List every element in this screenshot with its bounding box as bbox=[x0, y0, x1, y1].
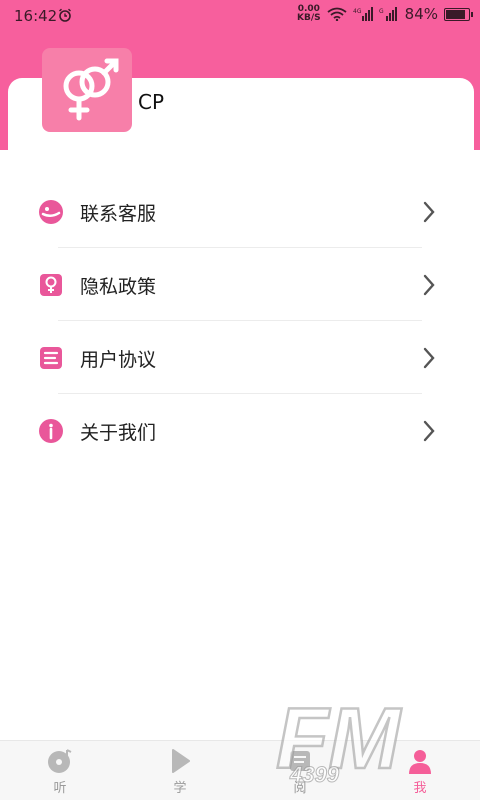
play-icon bbox=[172, 749, 190, 773]
menu-label: 隐私政策 bbox=[80, 276, 157, 298]
signal-4g-icon: 4G bbox=[353, 7, 373, 21]
chevron-right-icon bbox=[423, 201, 435, 223]
music-disc-icon bbox=[48, 749, 72, 773]
avatar[interactable] bbox=[42, 48, 132, 132]
status-indicators: 0.00 KB/S 4G G 84% bbox=[297, 5, 473, 23]
menu-item-user-agreement[interactable]: 用户协议 bbox=[0, 321, 480, 394]
settings-menu: 联系客服 隐私政策 用户协议 关于我们 bbox=[0, 175, 480, 467]
document-icon bbox=[40, 347, 62, 369]
menu-item-about-us[interactable]: 关于我们 bbox=[0, 394, 480, 467]
nav-label: 学 bbox=[173, 781, 187, 796]
nav-tab-learn[interactable]: 学 bbox=[120, 741, 240, 800]
bottom-nav: 听 学 阅 我 bbox=[0, 740, 480, 800]
battery-icon bbox=[444, 7, 473, 21]
menu-label: 关于我们 bbox=[80, 422, 157, 444]
chevron-right-icon bbox=[423, 420, 435, 442]
status-time: 16:42 bbox=[14, 7, 58, 25]
nav-tab-read[interactable]: 阅 bbox=[240, 741, 360, 800]
menu-item-customer-service[interactable]: 联系客服 bbox=[0, 175, 480, 248]
nav-label: 阅 bbox=[293, 781, 307, 796]
svg-text:4G: 4G bbox=[353, 8, 362, 15]
person-icon bbox=[409, 750, 431, 774]
gender-symbol-icon bbox=[63, 58, 119, 121]
menu-label: 联系客服 bbox=[80, 203, 157, 225]
nav-tab-me[interactable]: 我 bbox=[360, 741, 480, 800]
net-speed-unit: KB/S bbox=[297, 13, 321, 23]
signal-icon: G bbox=[379, 7, 397, 21]
screen: 16:42 0.00 KB/S 4G G 84% CP 联系客服 隐私政策 用户… bbox=[0, 0, 480, 800]
menu-label: 用户协议 bbox=[80, 349, 157, 371]
info-icon bbox=[39, 419, 63, 443]
net-speed: 0.00 KB/S bbox=[297, 5, 321, 23]
nav-label: 听 bbox=[53, 781, 67, 796]
book-icon bbox=[290, 751, 310, 771]
chevron-right-icon bbox=[423, 347, 435, 369]
customer-service-icon bbox=[39, 200, 63, 224]
username: CP bbox=[138, 90, 165, 114]
nav-tab-listen[interactable]: 听 bbox=[0, 741, 120, 800]
menu-item-privacy-policy[interactable]: 隐私政策 bbox=[0, 248, 480, 321]
privacy-lock-icon bbox=[40, 274, 62, 296]
alarm-icon bbox=[59, 8, 71, 22]
nav-label: 我 bbox=[413, 781, 427, 796]
svg-text:G: G bbox=[379, 8, 384, 15]
wifi-icon bbox=[327, 7, 347, 21]
chevron-right-icon bbox=[423, 274, 435, 296]
status-bar: 16:42 0.00 KB/S 4G G 84% bbox=[0, 0, 480, 32]
battery-percent: 84% bbox=[404, 5, 438, 23]
